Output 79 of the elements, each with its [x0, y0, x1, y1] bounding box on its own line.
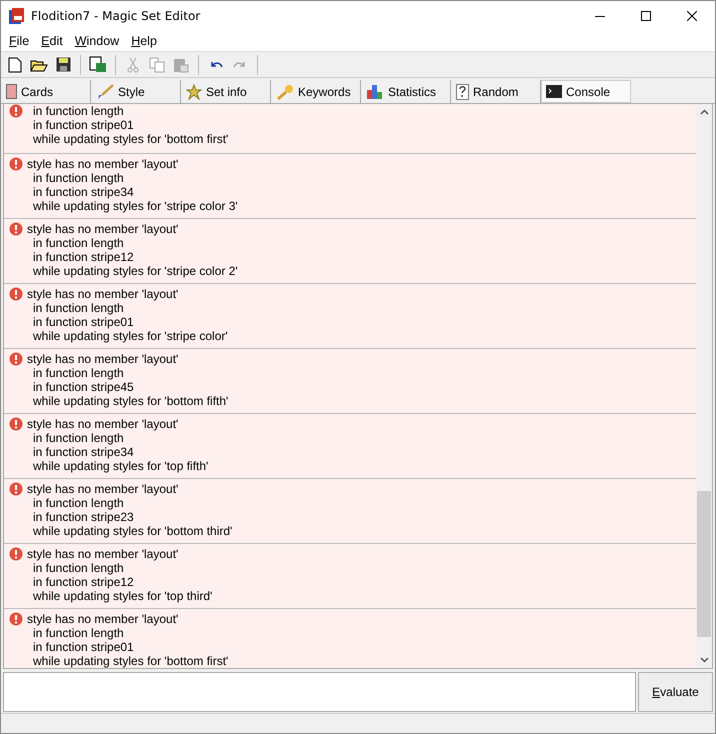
trace-line: in function stripe12 — [32, 575, 135, 589]
trace-line: in function stripe34 — [32, 185, 135, 199]
trace-line: in function length — [32, 496, 125, 510]
error-icon — [9, 547, 23, 561]
redo-icon — [233, 60, 247, 70]
error-message: style has no member 'layout' — [27, 417, 180, 431]
trace-line: in function length — [32, 171, 125, 185]
trace-line: in function stripe23 — [32, 510, 135, 524]
trace-line: while updating styles for 'bottom third' — [32, 524, 232, 538]
trace-line: in function stripe45 — [32, 380, 135, 394]
trace-line: in function stripe01 — [32, 315, 135, 329]
key-icon — [276, 84, 294, 100]
close-icon — [687, 11, 697, 21]
command-input[interactable] — [3, 672, 636, 712]
error-message: style has no member 'layout' — [27, 547, 180, 561]
trace-line: in function length — [32, 236, 125, 250]
export-icon — [89, 56, 107, 73]
menu-item[interactable]: File — [3, 34, 36, 48]
error-message: style has no member 'layout' — [27, 287, 180, 301]
evaluate-button[interactable]: Evaluate — [638, 672, 713, 712]
tab[interactable]: Statistics — [361, 80, 451, 103]
trace-line: in function length — [32, 626, 125, 640]
folder-icon — [30, 58, 48, 72]
tab[interactable]: Random — [451, 80, 541, 103]
trace-line: in function stripe01 — [32, 118, 135, 132]
trace-line: in function length — [32, 561, 125, 575]
paintbrush-icon — [96, 84, 114, 100]
trace-line: while updating styles for 'stripe color 2' — [32, 264, 238, 278]
tab[interactable]: Set info — [181, 80, 271, 103]
scroll-up-icon[interactable] — [700, 109, 708, 115]
trace-line: in function length — [32, 104, 125, 118]
error-icon — [9, 157, 23, 171]
trace-line: while updating styles for 'top third' — [32, 589, 212, 603]
card-icon — [6, 84, 17, 99]
error-icon — [9, 417, 23, 431]
new-document-icon — [8, 56, 22, 72]
bar-chart-icon — [366, 84, 384, 99]
question-card-icon — [456, 84, 469, 100]
trace-line: while updating styles for 'stripe color' — [32, 329, 228, 343]
tab[interactable]: Console — [541, 80, 631, 103]
error-message: style has no member 'layout' — [27, 222, 180, 236]
trace-line: while updating styles for 'bottom fifth' — [32, 394, 228, 408]
terminal-icon — [546, 85, 562, 98]
window-title: Flodition7 - Magic Set Editor — [31, 9, 202, 23]
scroll-thumb[interactable] — [697, 491, 711, 637]
tab[interactable]: Keywords — [271, 80, 361, 103]
error-message: style has no member 'layout' — [27, 352, 180, 366]
error-message: style has no member 'layout' — [27, 157, 180, 171]
trace-line: while updating styles for 'bottom first' — [32, 132, 228, 146]
menu-item[interactable]: Help — [125, 34, 163, 48]
trace-line: while updating styles for 'bottom first' — [32, 654, 228, 668]
trace-line: while updating styles for 'stripe color 3' — [32, 199, 238, 213]
trace-line: in function length — [32, 366, 125, 380]
menu-item[interactable]: Window — [68, 34, 126, 48]
trace-line: in function stripe01 — [32, 640, 135, 654]
trace-line: in function stripe12 — [32, 250, 135, 264]
trace-line: in function length — [32, 431, 125, 445]
error-icon — [9, 612, 23, 626]
menu-item[interactable]: Edit — [35, 34, 69, 48]
trace-line: in function stripe34 — [32, 445, 135, 459]
error-message: style has no member 'layout' — [27, 482, 180, 496]
undo-icon — [209, 60, 223, 70]
maximize-icon — [641, 11, 651, 21]
scissors-icon — [127, 56, 139, 72]
error-message: style has no member 'layout' — [27, 612, 180, 626]
copy-icon — [149, 56, 165, 72]
tab[interactable]: Style — [91, 80, 181, 103]
error-icon — [9, 287, 23, 301]
error-icon — [9, 222, 23, 236]
star-icon — [186, 84, 202, 100]
clipboard-icon — [173, 56, 189, 72]
error-icon — [9, 482, 23, 496]
scroll-down-icon[interactable] — [700, 657, 708, 663]
app-icon — [9, 7, 25, 25]
trace-line: in function length — [32, 301, 125, 315]
tab[interactable]: Cards — [1, 80, 91, 103]
trace-line: while updating styles for 'top fifth' — [32, 459, 208, 473]
error-icon — [9, 104, 23, 118]
error-icon — [9, 352, 23, 366]
